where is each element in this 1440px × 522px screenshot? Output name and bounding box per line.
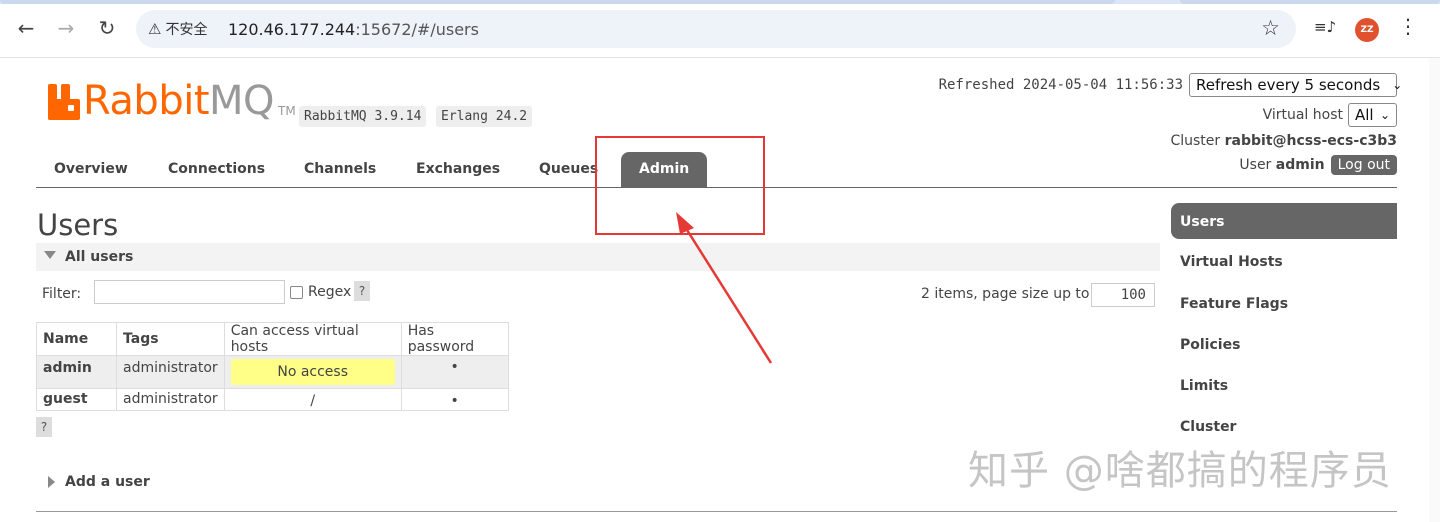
chevron-down-icon: ⌄ bbox=[1379, 108, 1390, 122]
table-help-button[interactable]: ? bbox=[36, 417, 52, 437]
regex-label: Regex bbox=[308, 284, 352, 300]
vhost-select[interactable]: All ⌄ bbox=[1348, 103, 1397, 127]
tab-exchanges[interactable]: Exchanges bbox=[416, 161, 500, 177]
collapse-triangle-icon bbox=[44, 251, 56, 259]
logo-trademark: TM bbox=[278, 104, 296, 118]
watermark-text: 知乎 @啥都搞的程序员 bbox=[968, 448, 1392, 494]
page-size-input[interactable]: 100 bbox=[1091, 283, 1155, 307]
logo-rabbit-text: Rabbit bbox=[83, 78, 210, 124]
vhost-value: All bbox=[1355, 106, 1374, 124]
back-arrow-icon[interactable]: ← bbox=[12, 14, 40, 42]
all-users-heading: All users bbox=[65, 249, 134, 265]
browser-toolbar: ← → ↻ ⚠ 不安全 120.46.177.244:15672/#/users… bbox=[0, 0, 1440, 58]
chevron-down-icon: ⌄ bbox=[1392, 78, 1403, 92]
url-path: :15672/#/users bbox=[355, 20, 479, 39]
filter-label: Filter: bbox=[42, 286, 82, 302]
refreshed-timestamp: Refreshed 2024-05-04 11:56:33 bbox=[938, 77, 1183, 93]
column-header-tags[interactable]: Tags bbox=[116, 322, 225, 356]
cluster-row: Cluster rabbit@hcss-ecs-c3b3 bbox=[1170, 133, 1397, 149]
tab-channels[interactable]: Channels bbox=[304, 161, 376, 177]
rabbitmq-mark-icon bbox=[48, 84, 80, 120]
refresh-row: Refreshed 2024-05-04 11:56:33 Refresh ev… bbox=[938, 73, 1402, 97]
column-header-vhosts: Can access virtual hosts bbox=[223, 322, 402, 356]
annotation-arrow bbox=[676, 212, 773, 364]
vhost-row: Virtual host All ⌄ bbox=[1263, 103, 1397, 127]
logo-mq-text: MQ bbox=[209, 78, 275, 124]
column-header-name[interactable]: Name bbox=[36, 322, 117, 356]
sidebar-item-feature-flags[interactable]: Feature Flags bbox=[1171, 285, 1397, 321]
column-header-has-password: Has password bbox=[400, 322, 509, 356]
users-table: Name Tags Can access virtual hosts Has p… bbox=[36, 322, 509, 411]
url-host: 120.46.177.244 bbox=[228, 20, 356, 39]
warning-triangle-icon: ⚠ bbox=[148, 20, 162, 38]
security-label: 不安全 bbox=[165, 22, 208, 38]
browser-menu-icon[interactable]: ⋮ bbox=[1398, 16, 1418, 36]
sidebar-item-virtual-hosts[interactable]: Virtual Hosts bbox=[1171, 243, 1397, 279]
tab-overview[interactable]: Overview bbox=[54, 161, 128, 177]
page-scrollbar[interactable] bbox=[1429, 58, 1440, 522]
security-indicator[interactable]: ⚠ 不安全 bbox=[148, 19, 207, 39]
bookmark-star-icon[interactable]: ☆ bbox=[1261, 16, 1280, 40]
has-password-dot: • bbox=[400, 388, 509, 411]
regex-help-button[interactable]: ? bbox=[354, 281, 370, 301]
address-bar[interactable]: ⚠ 不安全 120.46.177.244:15672/#/users ☆ bbox=[136, 10, 1296, 48]
add-user-heading: Add a user bbox=[65, 474, 150, 490]
vhost-label: Virtual host bbox=[1262, 107, 1343, 123]
reload-icon[interactable]: ↻ bbox=[93, 14, 121, 42]
user-tags: administrator bbox=[116, 388, 225, 411]
user-name-link[interactable]: guest bbox=[36, 388, 117, 411]
tab-strip bbox=[0, 0, 1440, 4]
refresh-interval-select[interactable]: Refresh every 5 seconds ⌄ bbox=[1189, 73, 1402, 97]
table-header-row: Name Tags Can access virtual hosts Has p… bbox=[36, 322, 509, 356]
refresh-interval-value: Refresh every 5 seconds bbox=[1196, 76, 1381, 94]
has-password-dot: • bbox=[400, 355, 509, 389]
table-row[interactable]: guest administrator / • bbox=[36, 388, 509, 411]
page-title: Users bbox=[37, 208, 119, 242]
forward-arrow-icon[interactable]: → bbox=[52, 14, 80, 42]
table-row[interactable]: admin administrator No access • bbox=[36, 355, 509, 389]
rabbitmq-logo[interactable]: Rabbit MQ TM bbox=[48, 78, 296, 124]
sidebar-item-limits[interactable]: Limits bbox=[1171, 367, 1397, 403]
section-divider bbox=[36, 511, 1397, 512]
erlang-version-badge: Erlang 24.2 bbox=[436, 106, 533, 127]
cluster-label: Cluster bbox=[1170, 133, 1221, 149]
sidebar-item-policies[interactable]: Policies bbox=[1171, 326, 1397, 362]
url-text[interactable]: 120.46.177.244:15672/#/users bbox=[228, 20, 479, 39]
regex-checkbox[interactable] bbox=[290, 286, 303, 299]
expand-triangle-icon bbox=[48, 476, 55, 488]
sidebar-item-users[interactable]: Users bbox=[1171, 203, 1397, 239]
user-tags: administrator bbox=[116, 355, 225, 389]
rabbitmq-version-badge: RabbitMQ 3.9.14 bbox=[299, 106, 427, 127]
all-users-section-toggle[interactable]: All users bbox=[36, 243, 1160, 271]
tab-queues[interactable]: Queues bbox=[539, 161, 598, 177]
filter-input[interactable] bbox=[94, 280, 285, 304]
no-access-badge: No access bbox=[230, 359, 395, 385]
user-vhosts-cell: / bbox=[223, 388, 402, 411]
media-control-icon[interactable]: ≡♪ bbox=[1314, 18, 1336, 36]
user-name-link[interactable]: admin bbox=[36, 355, 117, 389]
user-vhosts-cell: No access bbox=[223, 355, 402, 389]
pagination-info: 2 items, page size up to bbox=[921, 286, 1090, 302]
profile-avatar[interactable]: ZZ bbox=[1355, 18, 1379, 42]
cluster-name: rabbit@hcss-ecs-c3b3 bbox=[1224, 133, 1397, 149]
tab-connections[interactable]: Connections bbox=[168, 161, 265, 177]
